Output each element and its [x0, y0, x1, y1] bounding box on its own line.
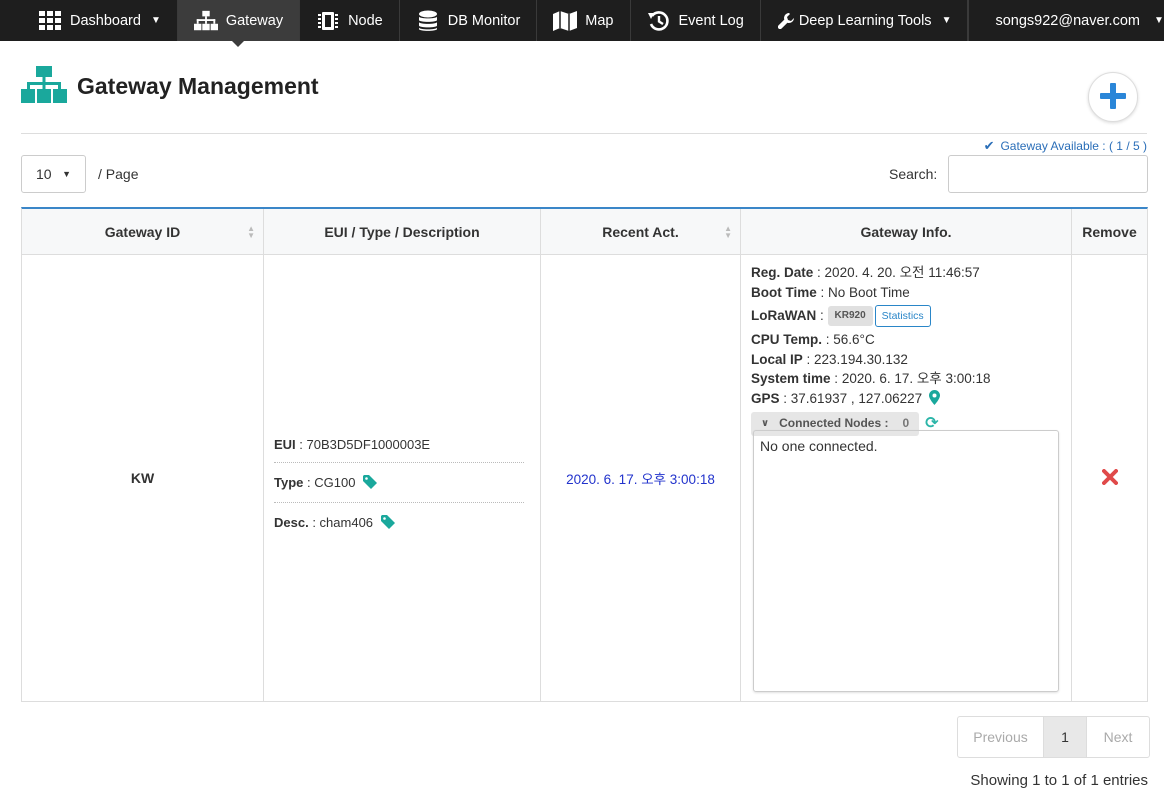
- eui-type-desc-cell: EUI : 70B3D5DF1000003E Type : CG100 Desc…: [264, 255, 541, 701]
- check-icon: ✔: [983, 138, 995, 153]
- nav-db-monitor[interactable]: DB Monitor: [400, 0, 538, 41]
- grid-icon: [38, 10, 62, 32]
- nav-event-log[interactable]: Event Log: [631, 0, 761, 41]
- page-header: Gateway Management: [21, 66, 319, 107]
- sort-icon: ▲ ▼: [724, 224, 732, 240]
- gateway-available-status: ✔ Gateway Available : ( 1 / 5 ): [984, 138, 1147, 154]
- wrench-icon: [777, 10, 795, 32]
- page-length-value: 10: [36, 166, 52, 182]
- search-input[interactable]: [948, 155, 1148, 193]
- nav-event-log-label: Event Log: [678, 12, 744, 29]
- desc-value: cham406: [319, 515, 374, 531]
- nav-dashboard-label: Dashboard: [70, 12, 141, 29]
- column-header-gateway-info: Gateway Info.: [741, 209, 1072, 255]
- sitemap-icon: [21, 66, 67, 107]
- lorawan-band-badge: KR920: [827, 306, 873, 326]
- remove-icon[interactable]: [1101, 468, 1118, 488]
- gateway-info-cell: Reg. Date : 2020. 4. 20. 오전 11:46:57 Boo…: [741, 255, 1072, 701]
- caret-down-icon: ▼: [62, 169, 71, 179]
- chevron-down-icon: ▼: [150, 15, 161, 26]
- connected-nodes-message: No one connected.: [760, 438, 878, 454]
- map-marker-icon[interactable]: [928, 389, 940, 411]
- tag-icon[interactable]: [363, 475, 378, 492]
- gps-line: GPS : 37.61937 , 127.06227: [751, 389, 1061, 411]
- chevron-down-icon: ▼: [941, 15, 952, 26]
- top-navbar: Dashboard ▼ Gateway Node DB Monitor Map …: [0, 0, 1164, 41]
- table-header: Gateway ID ▲ ▼ EUI / Type / Description R…: [22, 209, 1147, 255]
- nav-map-label: Map: [585, 12, 614, 29]
- eui-line: EUI : 70B3D5DF1000003E: [274, 435, 524, 463]
- boot-time-line: Boot Time : No Boot Time: [751, 284, 910, 300]
- per-page-label: / Page: [98, 166, 139, 182]
- tag-icon[interactable]: [380, 515, 395, 532]
- database-icon: [416, 10, 440, 32]
- remove-cell: [1072, 255, 1147, 701]
- type-line: Type : CG100: [274, 473, 524, 504]
- page-1-button[interactable]: 1: [1044, 717, 1087, 757]
- statistics-button[interactable]: Statistics: [874, 305, 931, 327]
- reg-date-line: Reg. Date : 2020. 4. 20. 오전 11:46:57: [751, 265, 980, 280]
- chip-icon: [316, 10, 340, 32]
- next-page-button[interactable]: Next: [1087, 717, 1149, 757]
- search-label: Search:: [889, 166, 938, 182]
- recent-act-value: 2020. 6. 17. 오후 3:00:18: [566, 472, 715, 487]
- user-email: songs922@naver.com: [995, 12, 1140, 29]
- column-header-recent-act[interactable]: Recent Act. ▲ ▼: [541, 209, 741, 255]
- plus-icon: [1100, 82, 1126, 112]
- previous-page-button[interactable]: Previous: [958, 717, 1044, 757]
- table-row: KW: [22, 255, 264, 701]
- chevron-down-icon: ▼: [1153, 15, 1164, 26]
- nav-db-monitor-label: DB Monitor: [447, 12, 521, 29]
- nav-gateway[interactable]: Gateway: [177, 0, 301, 41]
- sort-icon: ▲ ▼: [247, 224, 255, 240]
- recent-act-cell: 2020. 6. 17. 오후 3:00:18: [541, 255, 741, 701]
- nav-gateway-label: Gateway: [225, 12, 284, 29]
- pagination: Previous 1 Next: [957, 716, 1150, 758]
- page-length-select[interactable]: 10 ▼: [21, 155, 86, 193]
- user-menu[interactable]: songs922@naver.com ▼: [968, 0, 1164, 41]
- nav-deep-learning-tools-label: Deep Learning Tools: [798, 12, 932, 29]
- nav-node[interactable]: Node: [300, 0, 400, 41]
- gateway-id-cell: KW: [130, 470, 155, 486]
- column-header-gateway-id[interactable]: Gateway ID ▲ ▼: [22, 209, 264, 255]
- local-ip-line: Local IP : 223.194.30.132: [751, 351, 908, 367]
- nav-deep-learning-tools[interactable]: Deep Learning Tools ▼: [761, 0, 969, 41]
- add-gateway-button[interactable]: [1088, 72, 1138, 122]
- cpu-temp-line: CPU Temp. : 56.6°C: [751, 332, 875, 347]
- system-time-line: System time : 2020. 6. 17. 오후 3:00:18: [751, 371, 991, 386]
- gateway-available-text: Gateway Available : ( 1 / 5 ): [1000, 139, 1147, 153]
- page-title: Gateway Management: [77, 73, 319, 99]
- header-divider: [21, 133, 1147, 134]
- map-icon: [553, 10, 578, 32]
- history-icon: [647, 10, 671, 32]
- column-header-remove: Remove: [1082, 224, 1137, 240]
- column-header-eui-type-desc: EUI / Type / Description: [264, 209, 541, 255]
- nav-map[interactable]: Map: [537, 0, 631, 41]
- sitemap-icon: [193, 10, 218, 32]
- connected-nodes-list: No one connected.: [753, 430, 1059, 692]
- lorawan-line: LoRaWAN : KR920 Statistics: [751, 304, 1061, 328]
- eui-value: 70B3D5DF1000003E: [306, 437, 431, 452]
- desc-line: Desc. : cham406: [274, 513, 524, 542]
- gateway-table: Gateway ID ▲ ▼ EUI / Type / Description R…: [21, 207, 1148, 702]
- type-value: CG100: [314, 475, 356, 490]
- nav-node-label: Node: [348, 12, 383, 29]
- entries-info: Showing 1 to 1 of 1 entries: [970, 772, 1148, 789]
- nav-dashboard[interactable]: Dashboard ▼: [0, 0, 178, 41]
